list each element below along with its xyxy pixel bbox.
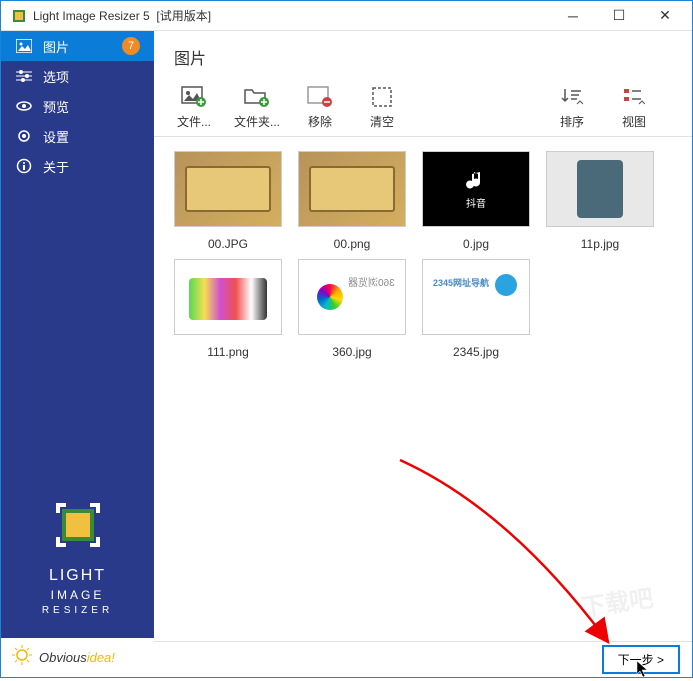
bulb-icon — [11, 644, 33, 671]
thumbnail-label: 360.jpg — [332, 345, 371, 359]
page-title: 图片 — [154, 31, 692, 79]
thumbnail-label: 2345.jpg — [453, 345, 499, 359]
brand-text: LIGHT IMAGE RESIZER — [21, 565, 134, 618]
thumbnail-image — [546, 151, 654, 227]
remove-icon — [306, 85, 334, 109]
sidebar-item-about[interactable]: 关于 — [1, 151, 154, 181]
app-logo-icon — [48, 495, 108, 555]
sidebar-item-images[interactable]: 图片 7 — [1, 31, 154, 61]
gear-icon — [15, 128, 33, 144]
thumbnail-image: 2345网址导航 — [422, 259, 530, 335]
bottom-bar: 下一步 > — [154, 641, 692, 677]
tool-label: 文件... — [177, 113, 211, 130]
thumbnail-label: 00.png — [334, 237, 371, 251]
app-title: Light Image Resizer 5 — [33, 9, 150, 23]
info-icon — [15, 158, 33, 174]
thumbnail-image: 抖音 — [422, 151, 530, 227]
thumbnail-item[interactable]: 111.png — [168, 259, 288, 359]
tool-label: 视图 — [622, 113, 646, 130]
thumbnail-label: 11p.jpg — [581, 237, 619, 251]
thumbnail-item[interactable]: 11p.jpg — [540, 151, 660, 251]
thumbnail-grid: 00.JPG00.png抖音0.jpg11p.jpg111.png360浏览器3… — [154, 137, 692, 641]
sidebar-logo: LIGHT IMAGE RESIZER — [1, 475, 154, 638]
tool-label: 文件夹... — [234, 113, 280, 130]
eye-icon — [15, 99, 33, 113]
view-button[interactable]: 视图 — [612, 85, 656, 130]
sidebar-label: 选项 — [43, 67, 69, 86]
body: 图片 7 选项 预览 设置 关于 — [1, 31, 692, 677]
brand-line-1: LIGHT — [21, 565, 134, 587]
sliders-icon — [15, 69, 33, 83]
add-folder-button[interactable]: 文件夹... — [234, 85, 280, 130]
thumbnail-image — [298, 151, 406, 227]
add-file-icon — [180, 85, 208, 109]
images-icon — [15, 39, 33, 53]
clear-button[interactable]: 清空 — [360, 85, 404, 130]
titlebar: Light Image Resizer 5 [试用版本] ─ ☐ ✕ — [1, 1, 692, 31]
thumbnail-image — [174, 151, 282, 227]
thumbnail-item[interactable]: 00.png — [292, 151, 412, 251]
minimize-button[interactable]: ─ — [550, 1, 596, 31]
sidebar-item-settings[interactable]: 设置 — [1, 121, 154, 151]
window-controls: ─ ☐ ✕ — [550, 1, 688, 31]
sidebar: 图片 7 选项 预览 设置 关于 — [1, 31, 154, 677]
footer-brand: Obviousidea! — [39, 650, 115, 665]
remove-button[interactable]: 移除 — [298, 85, 342, 130]
tool-label: 排序 — [560, 113, 584, 130]
main-panel: 图片 文件... 文件夹... 移除 清空 — [154, 31, 692, 677]
toolbar: 文件... 文件夹... 移除 清空 排序 — [154, 79, 692, 137]
sidebar-label: 关于 — [43, 157, 69, 176]
maximize-button[interactable]: ☐ — [596, 1, 642, 31]
sidebar-item-options[interactable]: 选项 — [1, 61, 154, 91]
thumbnail-label: 0.jpg — [463, 237, 489, 251]
thumbnail-image — [174, 259, 282, 335]
tool-label: 移除 — [308, 113, 332, 130]
footer-logo[interactable]: Obviousidea! — [1, 638, 154, 677]
thumbnail-item[interactable]: 抖音 0.jpg — [416, 151, 536, 251]
app-window: Light Image Resizer 5 [试用版本] ─ ☐ ✕ 图片 7 … — [0, 0, 693, 678]
view-icon — [620, 85, 648, 109]
add-file-button[interactable]: 文件... — [172, 85, 216, 130]
clear-icon — [368, 85, 396, 109]
thumbnail-label: 00.JPG — [208, 237, 248, 251]
sort-button[interactable]: 排序 — [550, 85, 594, 130]
sidebar-label: 设置 — [43, 127, 69, 146]
sidebar-label: 图片 — [43, 37, 69, 56]
brand-line-3: RESIZER — [21, 604, 134, 618]
thumbnail-item[interactable]: 2345网址导航 2345.jpg — [416, 259, 536, 359]
brand-line-2: IMAGE — [21, 587, 134, 604]
sidebar-label: 预览 — [43, 97, 69, 116]
thumbnail-item[interactable]: 360浏览器 360.jpg — [292, 259, 412, 359]
count-badge: 7 — [122, 37, 140, 55]
app-icon — [11, 8, 27, 24]
trial-label: [试用版本] — [156, 9, 211, 23]
add-folder-icon — [243, 85, 271, 109]
next-button[interactable]: 下一步 > — [602, 645, 680, 674]
title-text: Light Image Resizer 5 [试用版本] — [33, 7, 211, 24]
tool-label: 清空 — [370, 113, 394, 130]
close-button[interactable]: ✕ — [642, 1, 688, 31]
sidebar-item-preview[interactable]: 预览 — [1, 91, 154, 121]
sort-icon — [558, 85, 586, 109]
thumbnail-image: 360浏览器 — [298, 259, 406, 335]
thumbnail-label: 111.png — [207, 345, 249, 359]
thumbnail-item[interactable]: 00.JPG — [168, 151, 288, 251]
